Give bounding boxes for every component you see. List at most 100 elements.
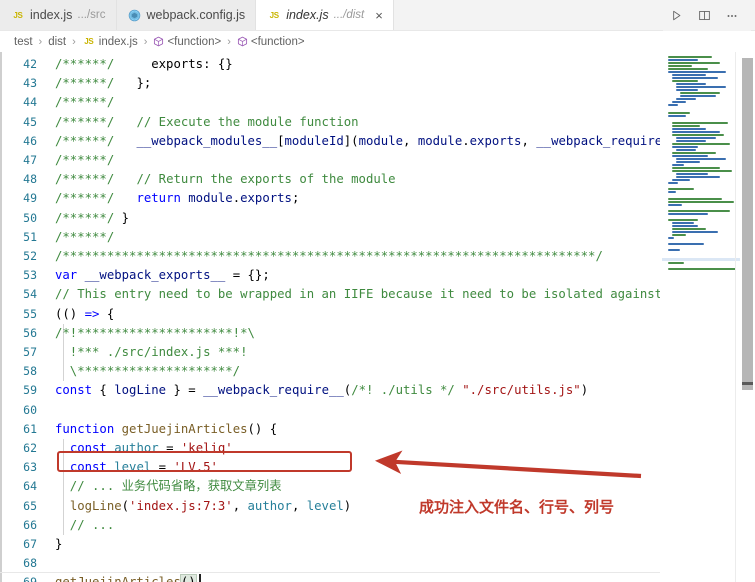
code-line[interactable]: (() => {	[55, 305, 114, 324]
code-line[interactable]: logLine('index.js:7:3', author, level)	[55, 497, 351, 516]
minimap-line	[672, 101, 686, 103]
minimap-line	[672, 228, 706, 230]
minimap-line	[676, 83, 706, 85]
editor-tab-index-js-src[interactable]: JS index.js .../src	[0, 0, 117, 30]
matching-bracket: ()	[179, 574, 197, 582]
code-token: {	[99, 306, 115, 321]
minimap-line	[676, 158, 726, 160]
code-line[interactable]: /******/ __webpack_modules__[moduleId](m…	[55, 132, 660, 151]
code-token: return	[136, 191, 181, 206]
split-editor-button[interactable]	[691, 4, 717, 28]
code-token: // Execute the module function	[136, 114, 359, 129]
minimap-line	[672, 131, 720, 133]
code-token: /******/	[55, 229, 115, 244]
breadcrumb-separator: ›	[227, 35, 231, 48]
line-number: 64	[23, 479, 37, 494]
editor-vertical-scrollbar[interactable]	[741, 52, 755, 582]
code-line[interactable]: var __webpack_exports__ = {};	[55, 266, 270, 285]
code-token: /*!*********************!*\	[55, 325, 255, 340]
code-token: ,	[403, 133, 418, 148]
code-line[interactable]: /******/ };	[55, 74, 151, 93]
line-number: 59	[23, 383, 37, 398]
run-button[interactable]	[663, 4, 689, 28]
code-token: /******/	[55, 153, 115, 167]
code-line[interactable]: const level = 'LV.5'	[55, 458, 218, 477]
minimap-current-line-marker	[662, 258, 740, 261]
line-number: 46	[23, 133, 37, 148]
code-editor[interactable]: 42 /******/ exports: {} 43 /******/ }; 44 /**…	[0, 52, 755, 582]
code-token: /******/	[55, 191, 115, 206]
breadcrumb-separator: ›	[143, 35, 148, 48]
code-line[interactable]: /******/ exports: {}	[55, 55, 233, 74]
minimap-line	[668, 268, 736, 270]
breadcrumb-separator: ›	[72, 35, 76, 48]
code-line[interactable]: /******/ // Execute the module function	[55, 113, 359, 132]
breadcrumb-item-function[interactable]: <function>	[236, 36, 306, 48]
code-token: /******/	[55, 95, 115, 110]
webpack-file-icon	[128, 8, 142, 22]
minimap-line	[672, 155, 708, 157]
code-line[interactable]: getJuejinArticles()	[55, 573, 197, 582]
tab-close-icon[interactable]: ×	[375, 9, 383, 22]
code-token: /******/	[55, 57, 115, 71]
code-line[interactable]: function getJuejinArticles() {	[55, 420, 277, 439]
breadcrumb: test › dist › JS index.js › <function> › <functio…	[0, 31, 755, 52]
code-line[interactable]: const author = 'keliq'	[55, 439, 233, 458]
minimap-line	[668, 59, 698, 61]
code-token: const	[69, 460, 107, 475]
scrollbar-thumb[interactable]	[742, 58, 753, 390]
code-token: };	[114, 76, 152, 91]
code-line[interactable]: /******/	[55, 93, 114, 112]
code-token: =>	[84, 306, 100, 321]
code-line[interactable]: /***************************************…	[55, 247, 603, 266]
code-line[interactable]: \*********************/	[55, 362, 240, 381]
code-token: {	[92, 383, 115, 398]
more-actions-button[interactable]	[719, 4, 745, 28]
minimap[interactable]	[662, 52, 740, 582]
minimap-line	[668, 243, 704, 245]
code-line[interactable]: // ...	[55, 516, 114, 535]
minimap-line	[668, 262, 684, 264]
code-line[interactable]: /******/ }	[55, 209, 129, 228]
code-token: 'keliq'	[180, 441, 233, 455]
minimap-line	[668, 115, 686, 117]
minimap-line	[668, 182, 678, 184]
code-token: var	[55, 268, 78, 283]
code-line[interactable]: }	[55, 535, 62, 554]
code-token: !*** ./src/index.js ***!	[55, 345, 248, 359]
code-line[interactable]: // ... 业务代码省略，获取文章列表	[55, 477, 282, 496]
code-line[interactable]: /******/	[55, 151, 114, 170]
code-line[interactable]: /*!*********************!*\	[55, 324, 255, 343]
line-number: 43	[23, 76, 37, 91]
minimap-line	[680, 92, 720, 94]
line-number: 67	[23, 537, 37, 551]
breadcrumb-item-indexjs[interactable]: JS index.js	[81, 35, 139, 49]
code-line[interactable]: !*** ./src/index.js ***!	[55, 343, 248, 362]
code-token: 'index.js:7:3'	[129, 498, 233, 513]
code-token: .	[462, 133, 470, 148]
breadcrumb-item-test[interactable]: test	[13, 36, 34, 48]
minimap-line	[676, 149, 696, 151]
text-cursor	[199, 574, 201, 582]
minimap-right-border	[735, 52, 736, 582]
code-line[interactable]: /******/	[55, 228, 114, 247]
breadcrumb-label: <function>	[167, 35, 222, 48]
code-line[interactable]: // This entry need to be wrapped in an I…	[55, 285, 660, 304]
minimap-line	[668, 112, 690, 114]
minimap-line	[668, 198, 722, 200]
minimap-line	[672, 170, 732, 172]
editor-tab-index-js-dist[interactable]: JS index.js .../dist ×	[256, 0, 394, 30]
tab-label: index.js	[30, 7, 73, 22]
code-line[interactable]: const { logLine } = __webpack_require__(…	[55, 381, 588, 400]
breadcrumb-item-dist[interactable]: dist	[47, 36, 67, 48]
code-line[interactable]: /******/ // Return the exports of the mo…	[55, 170, 396, 189]
editor-tab-webpack-config-js[interactable]: webpack.config.js	[116, 0, 257, 30]
breadcrumb-item-function[interactable]: <function>	[152, 36, 222, 48]
line-number: 47	[23, 153, 37, 167]
minimap-line	[672, 134, 724, 136]
code-line[interactable]: /******/ return module.exports;	[55, 189, 299, 208]
